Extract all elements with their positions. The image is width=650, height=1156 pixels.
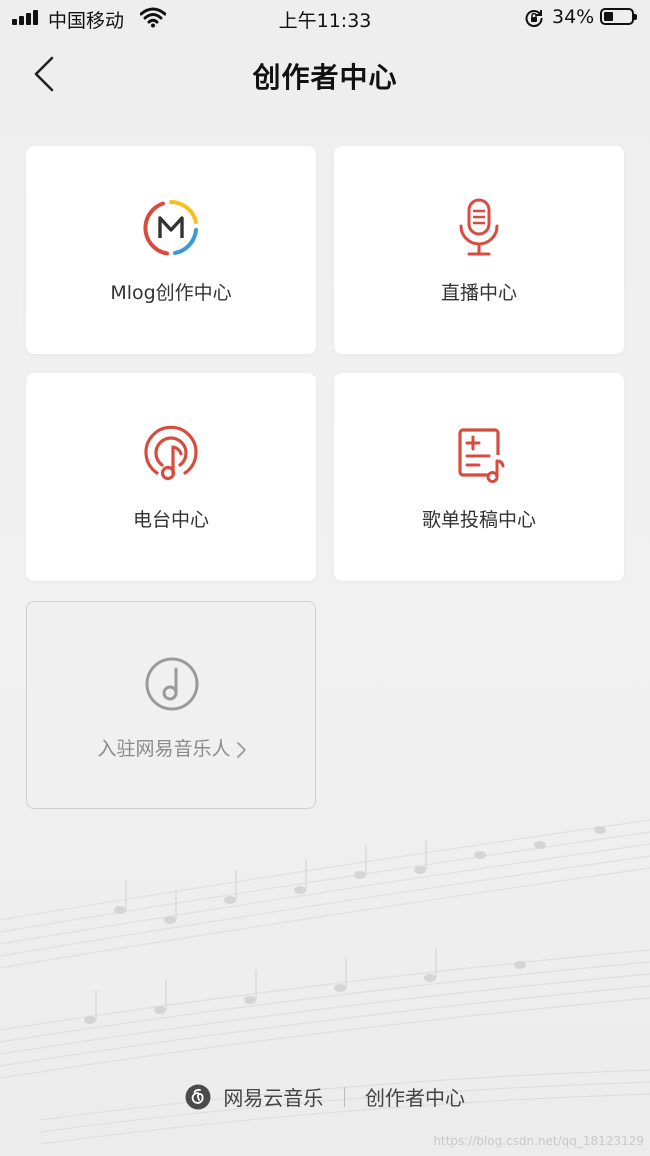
chevron-right-icon <box>236 741 246 758</box>
card-label: 歌单投稿中心 <box>421 509 536 531</box>
card-label: 入驻网易音乐人 <box>27 734 317 761</box>
music-note-circle-icon <box>145 657 199 711</box>
battery-percent: 34% <box>552 6 595 28</box>
footer: 网易云音乐 创作者中心 <box>0 1082 650 1111</box>
mlog-icon <box>143 200 198 256</box>
battery-icon <box>600 8 637 25</box>
footer-section: 创作者中心 <box>365 1086 466 1110</box>
watermark-text: https://blog.csdn.net/qq_18123129 <box>433 1134 644 1148</box>
playlist-submit-icon <box>458 428 505 483</box>
rotation-lock-icon <box>525 10 543 27</box>
live-center-card[interactable]: 直播中心 <box>334 146 624 354</box>
card-label: 电台中心 <box>132 509 209 531</box>
mlog-center-card[interactable]: Mlog创作中心 <box>26 146 316 354</box>
page-title: 创作者中心 <box>252 61 398 94</box>
status-bar: 中国移动 上午11:33 34% <box>0 0 650 36</box>
join-musician-label: 入驻网易音乐人 <box>97 738 231 760</box>
navigation-bar: 创作者中心 <box>0 44 650 104</box>
radio-music-icon <box>144 425 198 481</box>
microphone-icon <box>459 198 499 256</box>
card-label: 直播中心 <box>440 282 517 304</box>
battery-level <box>604 12 613 21</box>
radio-center-card[interactable]: 电台中心 <box>26 373 316 581</box>
footer-brand: 网易云音乐 <box>223 1086 324 1110</box>
footer-divider <box>343 1086 345 1107</box>
playlist-submit-card[interactable]: 歌单投稿中心 <box>334 373 624 581</box>
netease-music-logo-icon <box>185 1084 211 1109</box>
card-label: Mlog创作中心 <box>110 282 232 304</box>
